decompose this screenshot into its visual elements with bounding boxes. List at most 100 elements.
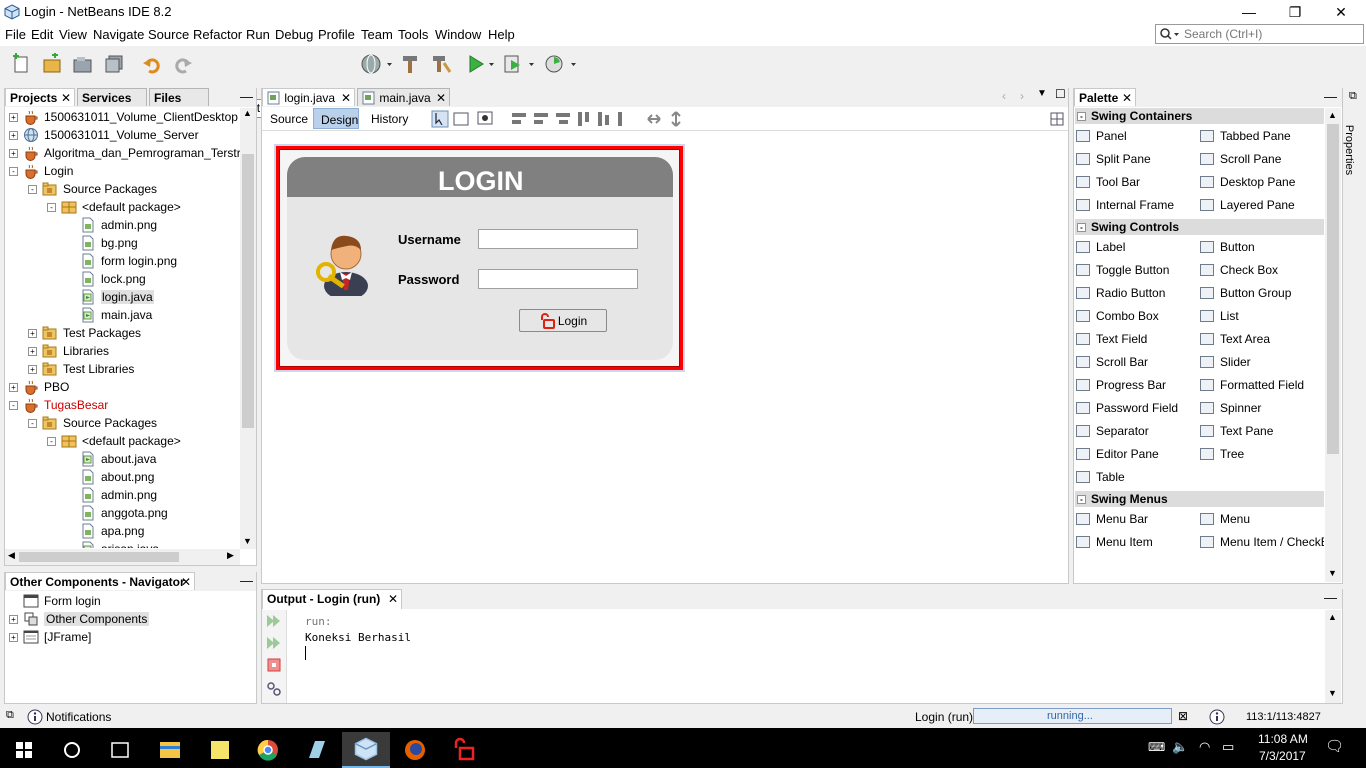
- tab-files[interactable]: Files: [149, 88, 209, 106]
- hscroll-thumb[interactable]: [19, 552, 179, 562]
- tree-item[interactable]: form login.png: [66, 252, 177, 270]
- tree-item[interactable]: about.png: [66, 468, 154, 486]
- tree-item[interactable]: anggota.png: [66, 504, 168, 522]
- palette-item[interactable]: Menu Item / CheckBox: [1200, 532, 1324, 552]
- palette-item[interactable]: Progress Bar: [1076, 375, 1166, 395]
- tree-item[interactable]: +1500631011_Volume_ClientDesktop: [9, 108, 238, 126]
- selection-tools-icons[interactable]: [430, 109, 506, 129]
- palette-item[interactable]: Separator: [1076, 421, 1149, 441]
- palette-item[interactable]: Panel: [1076, 126, 1127, 146]
- menu-tools[interactable]: Tools: [398, 27, 428, 42]
- palette-section-header[interactable]: - Swing Controls: [1075, 219, 1324, 235]
- clock-date[interactable]: 7/3/2017: [1259, 749, 1306, 763]
- palette-item[interactable]: Tabbed Pane: [1200, 126, 1291, 146]
- tree-item[interactable]: - Source Packages: [28, 180, 157, 198]
- app-icon[interactable]: [293, 732, 341, 768]
- menu-team[interactable]: Team: [361, 27, 393, 42]
- scroll-down-icon[interactable]: ▼: [1328, 568, 1337, 578]
- login-form-frame[interactable]: LOGIN Username Password Login: [274, 144, 685, 372]
- tab-main-java[interactable]: main.java ✕: [357, 88, 450, 106]
- palette-item[interactable]: Tool Bar: [1076, 172, 1140, 192]
- tree-item[interactable]: + Test Libraries: [28, 360, 134, 378]
- collapse-icon[interactable]: -: [1077, 111, 1086, 121]
- scroll-thumb[interactable]: [1327, 124, 1339, 454]
- tab-services[interactable]: Services: [77, 88, 147, 106]
- firefox-icon[interactable]: [391, 732, 439, 768]
- mode-history[interactable]: History: [371, 112, 408, 126]
- menu-debug[interactable]: Debug: [275, 27, 313, 42]
- tree-item[interactable]: main.java: [66, 306, 152, 324]
- search-box[interactable]: Search (Ctrl+I): [1155, 24, 1364, 44]
- palette-item[interactable]: Text Area: [1200, 329, 1270, 349]
- palette-item[interactable]: Menu Bar: [1076, 509, 1148, 529]
- tab-output[interactable]: Output - Login (run) ✕: [262, 589, 402, 609]
- palette-item[interactable]: Password Field: [1076, 398, 1178, 418]
- close-icon[interactable]: ✕: [181, 575, 191, 589]
- rerun-icon[interactable]: [265, 612, 283, 630]
- tree-item[interactable]: arisan.java: [66, 540, 159, 548]
- tree-item[interactable]: + Libraries: [28, 342, 109, 360]
- expand-icon[interactable]: +: [9, 112, 18, 122]
- palette-item[interactable]: Desktop Pane: [1200, 172, 1295, 192]
- menu-view[interactable]: View: [59, 27, 87, 42]
- tree-item[interactable]: apa.png: [66, 522, 144, 540]
- palette-item[interactable]: Scroll Bar: [1076, 352, 1148, 372]
- tree-item[interactable]: + Test Packages: [28, 324, 141, 342]
- expand-icon[interactable]: +: [28, 346, 37, 356]
- output-console[interactable]: run: Koneksi Berhasil: [305, 614, 411, 660]
- tree-item[interactable]: + [JFrame]: [9, 628, 91, 646]
- scroll-down-icon[interactable]: ▼: [1328, 688, 1337, 698]
- wifi-icon[interactable]: ◠: [1199, 739, 1210, 755]
- scroll-up-icon[interactable]: ▲: [243, 108, 252, 118]
- collapse-icon[interactable]: -: [47, 436, 56, 446]
- tab-login-java[interactable]: login.java ✕: [262, 88, 355, 106]
- unlock-app-icon[interactable]: [440, 732, 488, 768]
- profile-project-icon[interactable]: [543, 53, 579, 75]
- palette-item[interactable]: Text Pane: [1200, 421, 1273, 441]
- palette-item[interactable]: Menu Item: [1076, 532, 1153, 552]
- notifications-label[interactable]: Notifications: [46, 710, 111, 724]
- minimize-panel-icon[interactable]: —: [240, 89, 253, 104]
- scroll-right-icon[interactable]: ▶: [227, 550, 234, 561]
- minimize-panel-icon[interactable]: —: [1324, 590, 1337, 605]
- collapse-icon[interactable]: -: [9, 400, 18, 410]
- palette-item[interactable]: Combo Box: [1076, 306, 1159, 326]
- maximize-window-icon[interactable]: ☐: [1055, 87, 1066, 101]
- debug-project-icon[interactable]: [502, 53, 538, 75]
- menu-refactor[interactable]: Refactor: [193, 27, 242, 42]
- minimize-panel-icon[interactable]: —: [1324, 89, 1337, 104]
- expand-icon[interactable]: +: [9, 148, 18, 158]
- collapse-icon[interactable]: -: [28, 184, 37, 194]
- tree-item[interactable]: - Login: [9, 162, 73, 180]
- palette-section-header[interactable]: - Swing Menus: [1075, 491, 1324, 507]
- tree-item[interactable]: bg.png: [66, 234, 138, 252]
- palette-item[interactable]: Table: [1076, 467, 1125, 487]
- tree-item[interactable]: - <default package>: [47, 198, 181, 216]
- file-explorer-icon[interactable]: [146, 732, 194, 768]
- tree-item[interactable]: - Source Packages: [28, 414, 157, 432]
- palette-item[interactable]: Editor Pane: [1076, 444, 1159, 464]
- close-icon[interactable]: ✕: [61, 91, 71, 105]
- palette-item[interactable]: Label: [1076, 237, 1125, 257]
- collapse-icon[interactable]: -: [47, 202, 56, 212]
- resize-tools-icons[interactable]: [646, 109, 686, 129]
- projects-vscrollbar[interactable]: ▲ ▼: [240, 108, 256, 549]
- windows-start-icon[interactable]: [0, 732, 48, 768]
- minimize-button[interactable]: —: [1226, 0, 1272, 24]
- restore-window-icon[interactable]: ⧉: [6, 709, 14, 722]
- mode-design[interactable]: Design: [313, 108, 359, 129]
- close-icon[interactable]: ✕: [388, 592, 398, 606]
- login-button[interactable]: Login: [519, 309, 607, 332]
- palette-item[interactable]: Toggle Button: [1076, 260, 1169, 280]
- undo-icon[interactable]: [141, 53, 163, 75]
- info-icon[interactable]: [27, 709, 43, 725]
- align-tools-icons[interactable]: [510, 109, 630, 129]
- cortana-search-icon[interactable]: [48, 732, 96, 768]
- tab-navigator[interactable]: Other Components - Navigator ✕: [5, 572, 195, 590]
- scroll-tabs-left-icon[interactable]: ‹: [1002, 89, 1006, 103]
- tree-item[interactable]: login.java: [66, 288, 154, 306]
- palette-item[interactable]: Layered Pane: [1200, 195, 1295, 215]
- mode-source[interactable]: Source: [270, 112, 308, 126]
- scroll-down-icon[interactable]: ▼: [243, 536, 252, 546]
- palette-item[interactable]: Text Field: [1076, 329, 1147, 349]
